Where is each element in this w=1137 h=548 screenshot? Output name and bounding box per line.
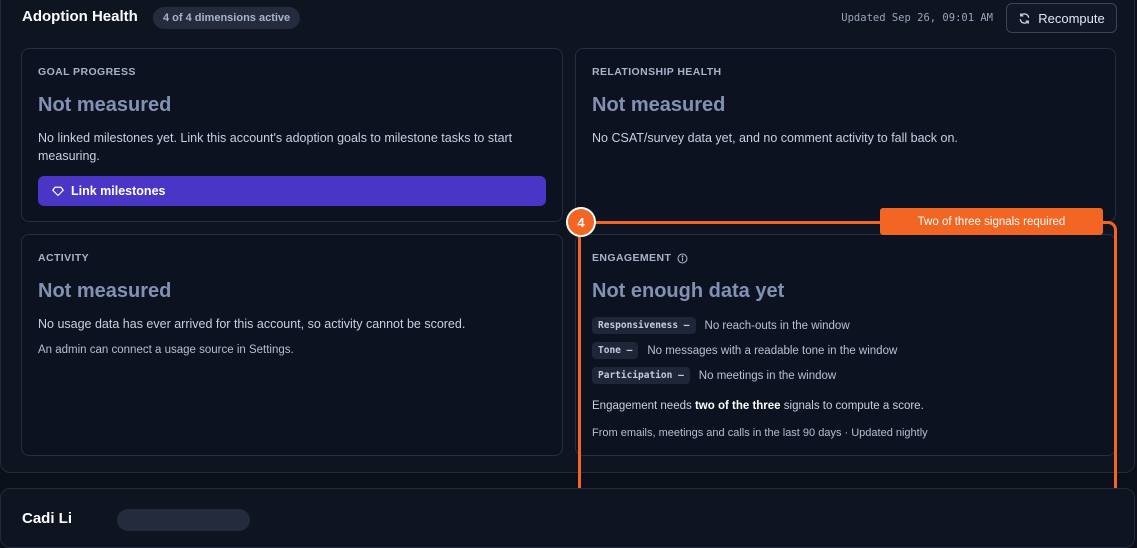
relationship-health-label: RELATIONSHIP HEALTH: [592, 66, 722, 78]
goal-progress-value: Not measured: [38, 94, 172, 116]
recompute-button[interactable]: Recompute: [1006, 3, 1117, 33]
annotation-highlight-box: [578, 221, 1117, 499]
relationship-health-description: No CSAT/survey data yet, and no comment …: [592, 131, 958, 145]
diamond-icon: [52, 186, 64, 197]
next-section-title: Cadi Li: [22, 510, 73, 527]
next-section-badge: [117, 509, 250, 531]
dimensions-badge: 4 of 4 dimensions active: [153, 7, 301, 29]
next-section-panel: Cadi Li: [0, 488, 1135, 548]
relationship-health-card: RELATIONSHIP HEALTH Not measured No CSAT…: [575, 48, 1116, 222]
activity-note: An admin can connect a usage source in S…: [38, 344, 294, 356]
link-milestones-label: Link milestones: [71, 184, 166, 198]
goal-progress-card: GOAL PROGRESS Not measured No linked mil…: [21, 48, 563, 222]
relationship-health-value: Not measured: [592, 94, 726, 116]
link-milestones-button[interactable]: Link milestones: [38, 176, 546, 206]
annotation-number: 4: [566, 207, 596, 237]
updated-timestamp: Updated Sep 26, 09:01 AM: [841, 12, 993, 24]
panel-title: Adoption Health: [22, 8, 138, 25]
goal-progress-label: GOAL PROGRESS: [38, 66, 136, 78]
annotation-tag: Two of three signals required: [880, 208, 1103, 235]
activity-label: ACTIVITY: [38, 252, 90, 264]
refresh-icon: [1020, 12, 1030, 24]
activity-value: Not measured: [38, 280, 172, 302]
activity-card: ACTIVITY Not measured No usage data has …: [21, 234, 563, 456]
goal-progress-description: No linked milestones yet. Link this acco…: [38, 131, 513, 163]
recompute-label: Recompute: [1038, 10, 1105, 26]
activity-description: No usage data has ever arrived for this …: [38, 317, 466, 331]
